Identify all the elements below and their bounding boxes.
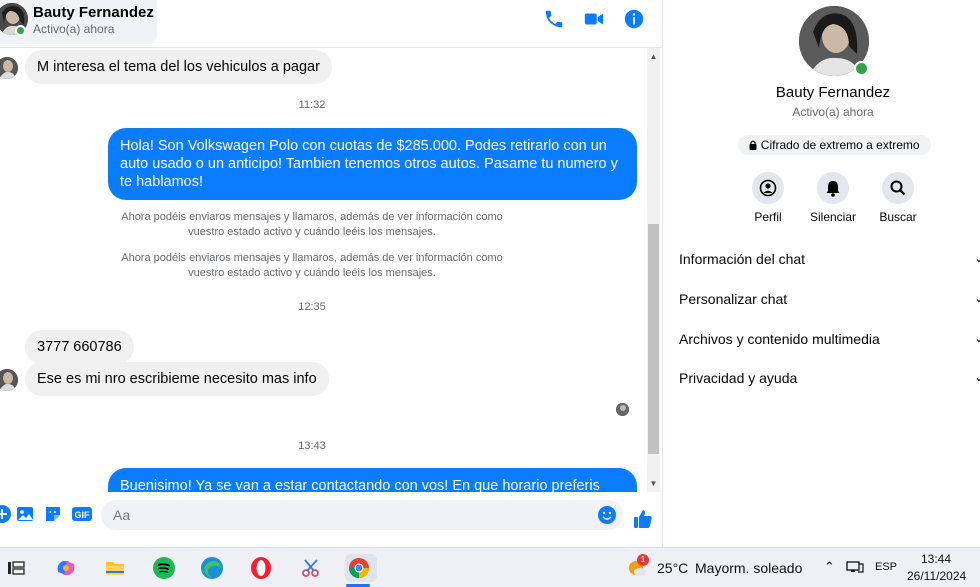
message-input-wrapper[interactable] — [101, 500, 623, 530]
message-incoming[interactable]: Ese es mi nro escribieme necesito mas in… — [25, 362, 329, 396]
task-view-icon[interactable] — [2, 554, 30, 582]
chevron-down-icon: ⌄ — [973, 331, 980, 345]
chevron-down-icon: ⌄ — [973, 370, 980, 384]
info-icon[interactable] — [623, 8, 645, 30]
emoji-icon[interactable] — [597, 505, 617, 525]
section-privacy-help[interactable]: Privacidad y ayuda ⌄ — [679, 370, 980, 386]
bell-icon — [817, 172, 849, 204]
chevron-down-icon: ⌄ — [973, 291, 980, 305]
message-outgoing[interactable]: Buenisimo! Ya se van a estar contactando… — [108, 468, 637, 492]
spotify-icon[interactable] — [150, 554, 178, 582]
chat-header: Bauty Fernandez Activo(a) ahora — [0, 0, 662, 48]
scroll-down-arrow-icon[interactable]: ▼ — [647, 477, 660, 490]
language-indicator[interactable]: ESP — [875, 561, 897, 573]
message-outgoing[interactable]: Hola! Son Volkswagen Polo con cuotas de … — [108, 128, 637, 200]
clock-date[interactable]: 26/11/2024 — [907, 569, 966, 583]
file-explorer-icon[interactable] — [101, 554, 129, 582]
seen-avatar — [616, 403, 629, 416]
lock-icon — [749, 136, 757, 150]
chevron-down-icon: ⌄ — [973, 251, 980, 265]
scroll-up-arrow-icon[interactable]: ▲ — [647, 50, 660, 63]
online-indicator — [854, 61, 869, 76]
online-indicator — [15, 25, 26, 36]
search-icon — [882, 172, 914, 204]
timestamp: 11:32 — [298, 99, 326, 111]
sender-avatar — [0, 369, 18, 391]
windows-taskbar: 1 25°C Mayorm. soleado ⌃ ESP 13:44 26/11… — [0, 547, 980, 587]
timestamp: 13:43 — [298, 440, 326, 452]
chrome-icon[interactable] — [345, 554, 377, 582]
message-list[interactable]: M interesa el tema del los vehiculos a p… — [0, 48, 647, 492]
contact-status: Activo(a) ahora — [33, 22, 115, 36]
action-label: Buscar — [879, 210, 917, 224]
sender-avatar — [0, 57, 18, 79]
weather-temperature[interactable]: 25°C — [657, 560, 688, 576]
action-buscar[interactable]: Buscar — [868, 172, 928, 224]
opera-icon[interactable] — [247, 554, 275, 582]
chevron-up-icon[interactable]: ⌃ — [824, 559, 835, 575]
edge-icon[interactable] — [198, 554, 226, 582]
profile-name: Bauty Fernandez — [775, 84, 891, 101]
like-icon[interactable] — [632, 508, 652, 528]
action-label: Perfil — [754, 210, 782, 224]
weather-icon[interactable]: 1 — [625, 554, 649, 580]
profile-icon — [752, 172, 784, 204]
message-input[interactable] — [113, 500, 583, 530]
encryption-label: Cifrado de extremo a extremo — [760, 138, 920, 152]
section-customize-chat[interactable]: Personalizar chat ⌄ — [679, 291, 980, 307]
messenger-window: Bauty Fernandez Activo(a) ahora M intere… — [0, 0, 980, 547]
snipping-icon[interactable] — [297, 554, 325, 582]
action-label: Silenciar — [809, 210, 857, 224]
section-media-files[interactable]: Archivos y contenido multimedia ⌄ — [679, 331, 980, 347]
sticker-icon[interactable] — [43, 504, 63, 524]
network-icon[interactable] — [846, 560, 864, 577]
video-icon[interactable] — [583, 8, 605, 30]
phone-icon[interactable] — [543, 8, 565, 30]
image-icon[interactable] — [15, 504, 35, 524]
contact-header-button[interactable]: Bauty Fernandez Activo(a) ahora — [0, 0, 157, 44]
weather-badge: 1 — [637, 554, 649, 566]
composer: GIF — [0, 492, 662, 547]
gif-icon[interactable]: GIF — [71, 504, 92, 524]
weather-description[interactable]: Mayorm. soleado — [695, 560, 802, 576]
action-perfil[interactable]: Perfil — [738, 172, 798, 224]
copilot-icon[interactable] — [52, 554, 80, 582]
chat-details-panel: Bauty Fernandez Activo(a) ahora Cifrado … — [662, 0, 980, 547]
section-chat-info[interactable]: Información del chat ⌄ — [679, 251, 980, 267]
timestamp: 12:35 — [298, 301, 326, 313]
scrollbar[interactable]: ▲ ▼ — [647, 48, 660, 492]
plus-icon[interactable] — [0, 504, 12, 524]
message-incoming[interactable]: M interesa el tema del los vehiculos a p… — [25, 50, 332, 84]
message-incoming[interactable]: 3777 660786 — [25, 330, 134, 364]
contact-name: Bauty Fernandez — [33, 4, 154, 21]
clock-time[interactable]: 13:44 — [921, 552, 951, 566]
profile-status: Activo(a) ahora — [792, 105, 874, 119]
svg-text:GIF: GIF — [75, 510, 91, 520]
scrollbar-thumb[interactable] — [648, 224, 659, 454]
system-notice: Ahora podéis enviaros mensajes y llamaro… — [121, 252, 503, 279]
system-notice: Ahora podéis enviaros mensajes y llamaro… — [121, 211, 503, 238]
encryption-badge[interactable]: Cifrado de extremo a extremo — [738, 135, 931, 155]
action-silenciar[interactable]: Silenciar — [803, 172, 863, 224]
